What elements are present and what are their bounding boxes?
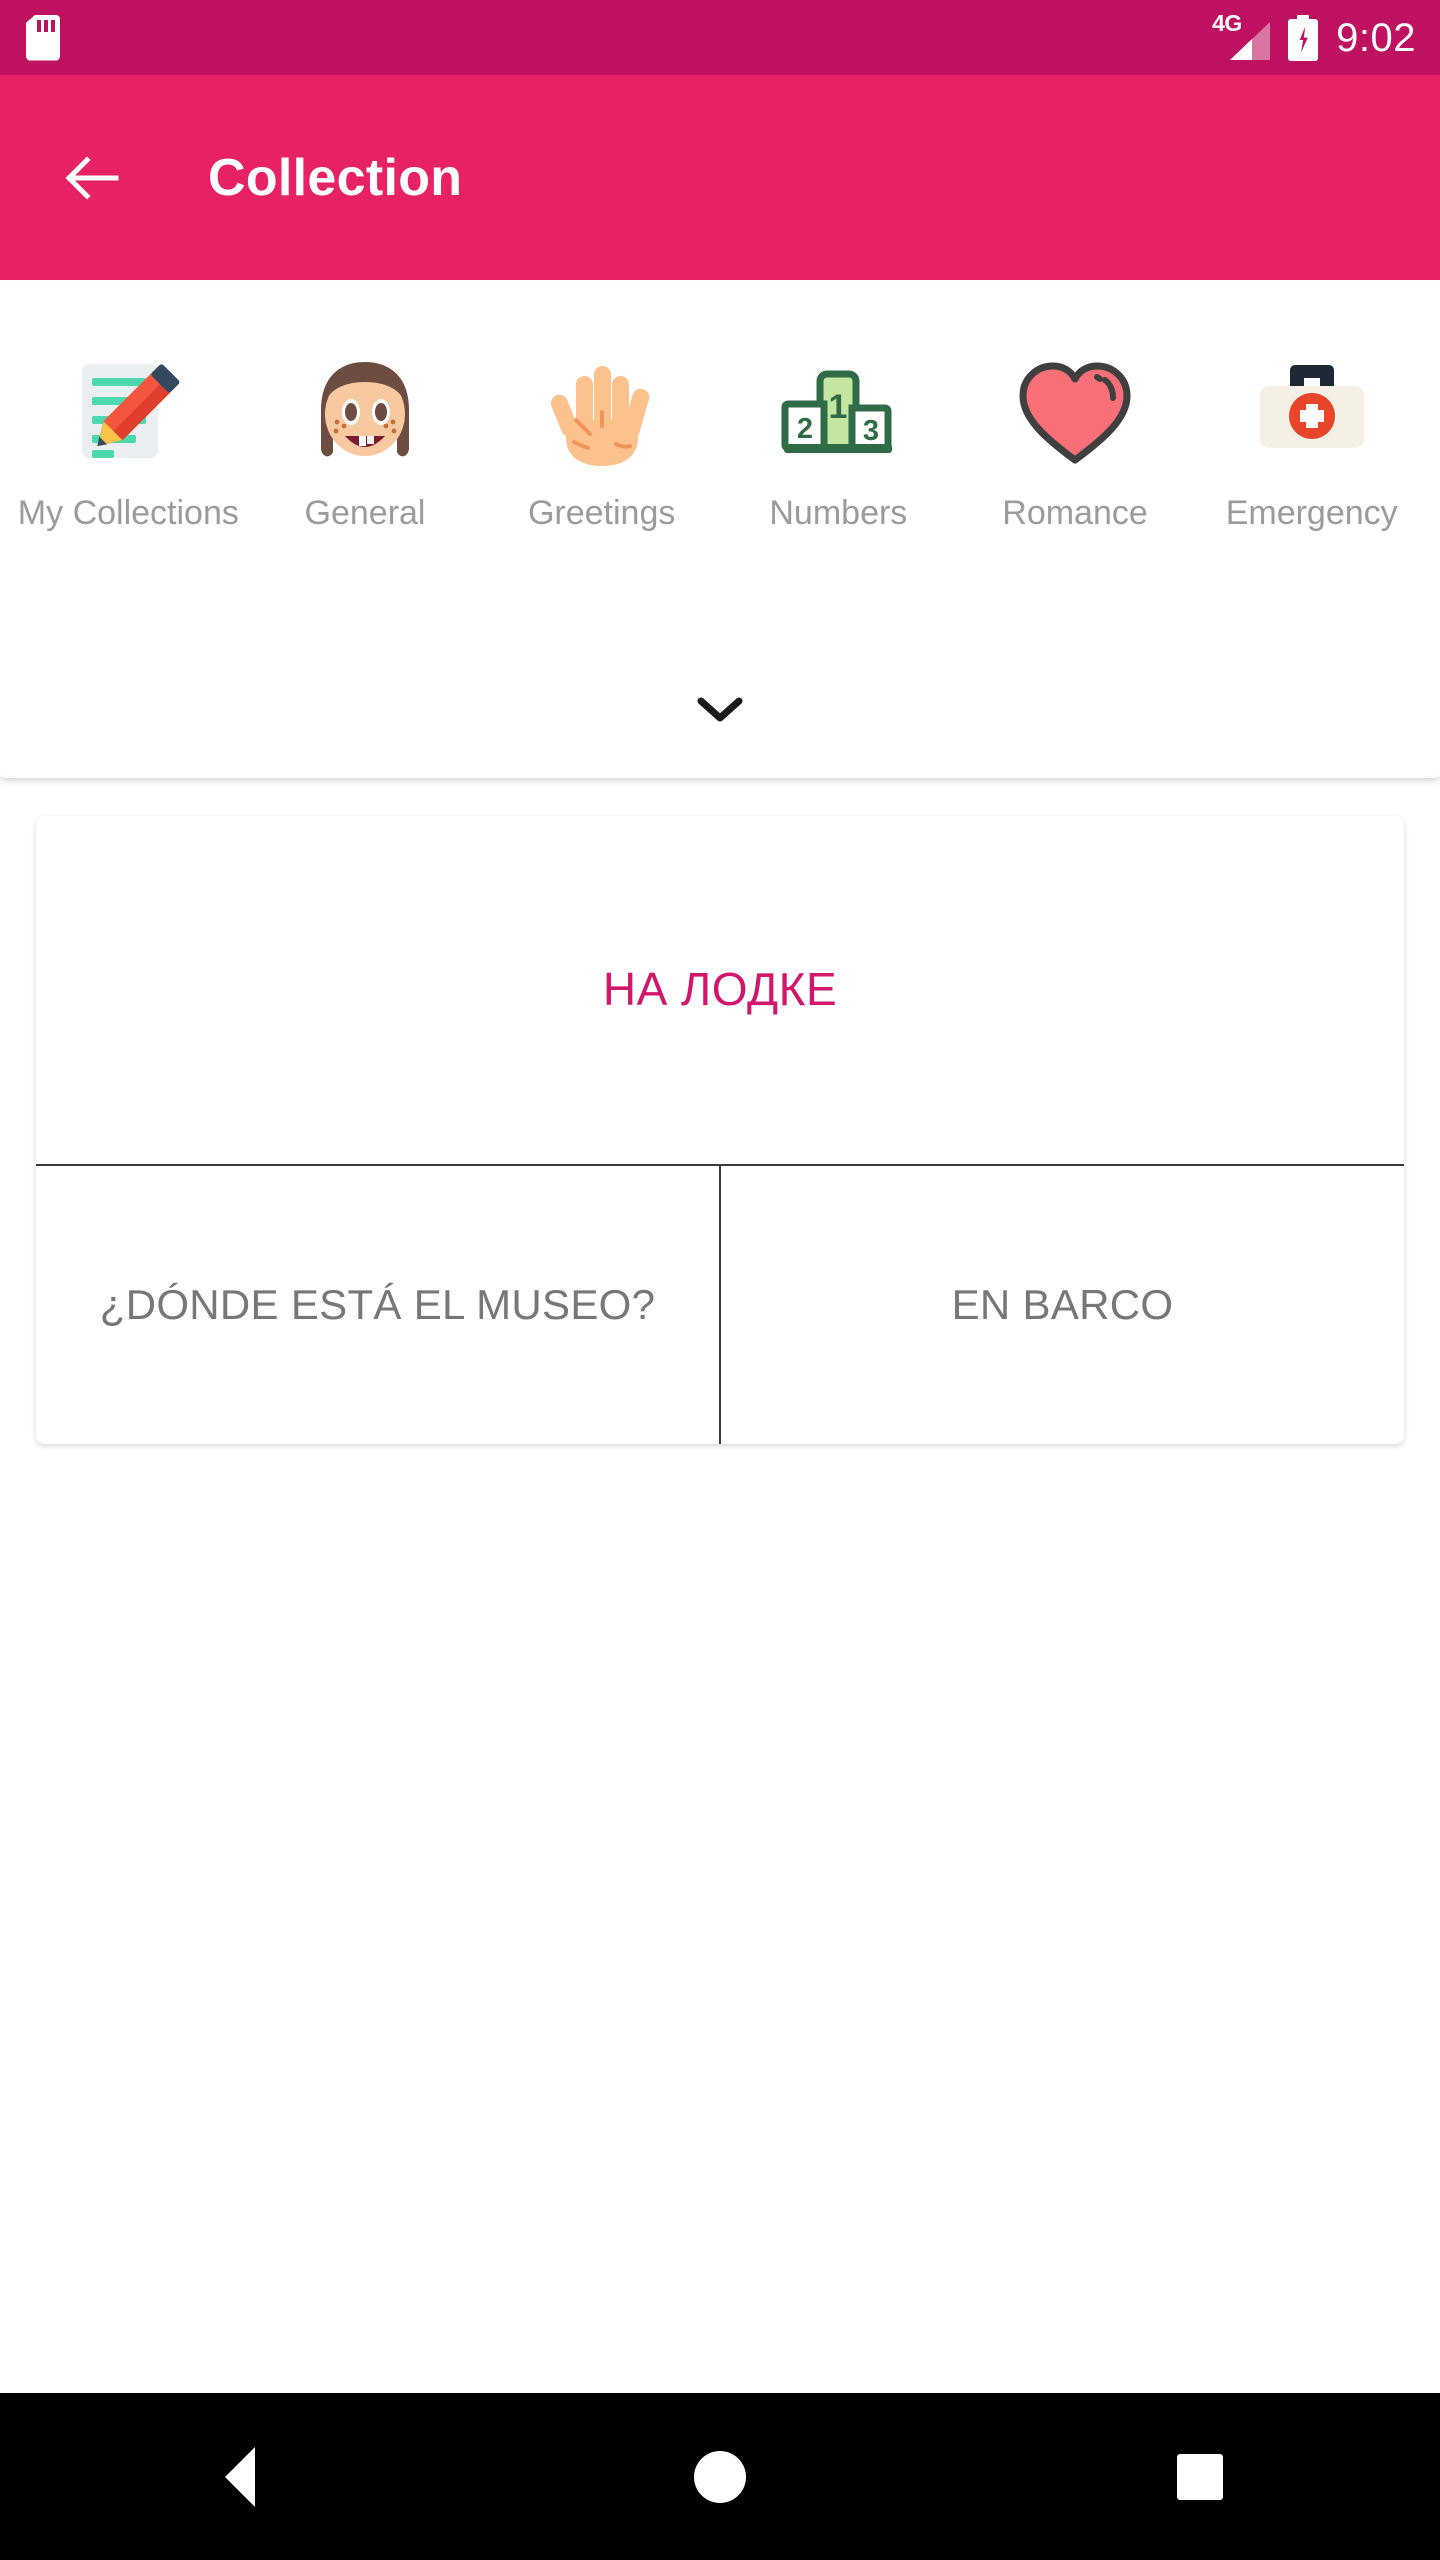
svg-text:2: 2 bbox=[797, 413, 813, 445]
category-item-general[interactable]: General bbox=[247, 284, 484, 684]
status-bar-left bbox=[26, 14, 60, 61]
nav-back-triangle-icon[interactable] bbox=[0, 2393, 480, 2560]
battery-charging-icon bbox=[1288, 14, 1319, 61]
status-bar-clock: 9:02 bbox=[1336, 15, 1416, 60]
back-arrow-icon[interactable] bbox=[60, 147, 122, 209]
phrase-left-text: ¿DÓNDE ESTÁ EL MUSEO? bbox=[99, 1281, 656, 1329]
signal-bars-icon: 4G bbox=[1212, 11, 1271, 62]
status-bar: 4G 9:02 bbox=[0, 0, 1440, 75]
girl-face-icon bbox=[303, 352, 427, 476]
memo-pencil-icon bbox=[66, 352, 190, 476]
heart-icon bbox=[1013, 352, 1137, 476]
page-title: Collection bbox=[208, 148, 463, 207]
phrase-cell-right[interactable]: EN BARCO bbox=[721, 1166, 1404, 1444]
phrase-card-headline-area: НА ЛОДКЕ bbox=[36, 816, 1404, 1164]
phrase-headline: НА ЛОДКЕ bbox=[602, 963, 838, 1016]
category-label: General bbox=[304, 494, 426, 532]
category-item-numbers[interactable]: 1 2 3 Numbers bbox=[720, 284, 957, 684]
nav-recents-square-icon[interactable] bbox=[960, 2393, 1440, 2560]
category-item-my-collections[interactable]: My Collections bbox=[10, 284, 247, 684]
podium-icon: 1 2 3 bbox=[776, 352, 900, 476]
chevron-down-icon[interactable] bbox=[675, 678, 765, 740]
category-label: Greetings bbox=[527, 494, 676, 532]
app-bar: Collection bbox=[0, 75, 1440, 280]
category-panel: My Collections General Greetings 1 2 3 N… bbox=[0, 284, 1440, 778]
category-item-romance[interactable]: Romance bbox=[957, 284, 1194, 684]
status-bar-right: 4G 9:02 bbox=[1212, 11, 1416, 62]
category-list: My Collections General Greetings 1 2 3 N… bbox=[0, 284, 1440, 684]
nav-home-circle-icon[interactable] bbox=[480, 2393, 960, 2560]
phrase-cell-left[interactable]: ¿DÓNDE ESTÁ EL MUSEO? bbox=[36, 1166, 721, 1444]
category-item-greetings[interactable]: Greetings bbox=[483, 284, 720, 684]
category-label: My Collections bbox=[17, 494, 239, 532]
phrase-card-translations: ¿DÓNDE ESTÁ EL MUSEO? EN BARCO bbox=[36, 1164, 1404, 1444]
phrase-card[interactable]: НА ЛОДКЕ ¿DÓNDE ESTÁ EL MUSEO? EN BARCO bbox=[36, 816, 1404, 1444]
category-label: Romance bbox=[1002, 494, 1148, 532]
svg-text:1: 1 bbox=[829, 388, 848, 426]
category-item-emergency[interactable]: Emergency bbox=[1193, 284, 1430, 684]
raised-hand-icon bbox=[540, 352, 664, 476]
app-screen: 4G 9:02 Collection My Collections Genera… bbox=[0, 0, 1440, 2560]
category-label: Numbers bbox=[769, 494, 908, 532]
svg-text:3: 3 bbox=[863, 415, 879, 447]
category-label: Emergency bbox=[1225, 494, 1398, 532]
phrase-right-text: EN BARCO bbox=[951, 1281, 1174, 1329]
sd-card-icon bbox=[26, 14, 60, 61]
first-aid-kit-icon bbox=[1250, 352, 1374, 476]
android-navigation-bar bbox=[0, 2393, 1440, 2560]
